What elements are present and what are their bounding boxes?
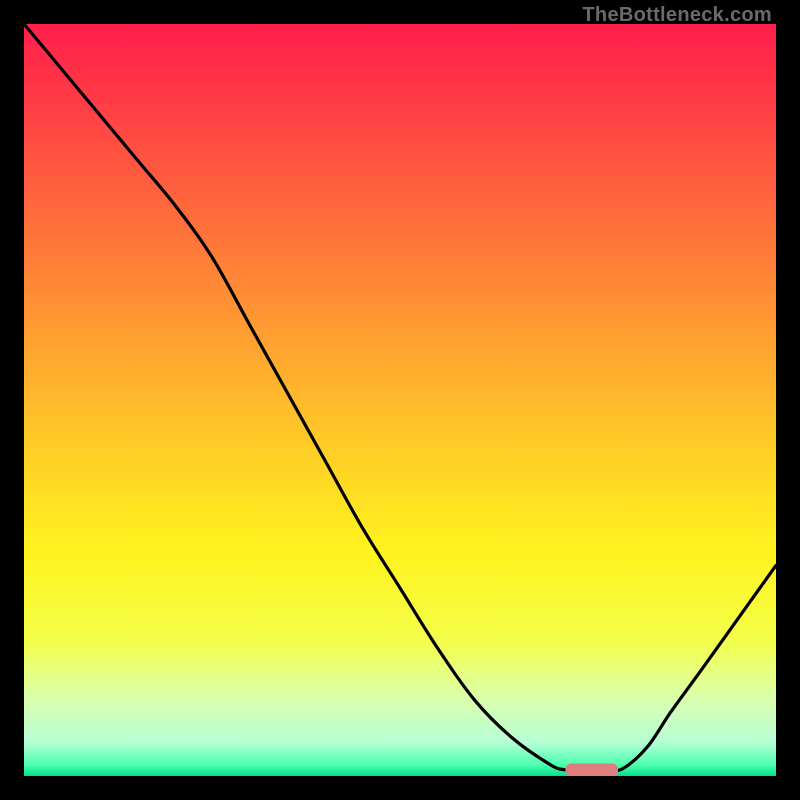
chart-svg	[24, 24, 776, 776]
chart-frame: TheBottleneck.com	[0, 0, 800, 800]
chart-marker	[565, 763, 618, 776]
chart-background	[24, 24, 776, 776]
chart-plot-area	[24, 24, 776, 776]
